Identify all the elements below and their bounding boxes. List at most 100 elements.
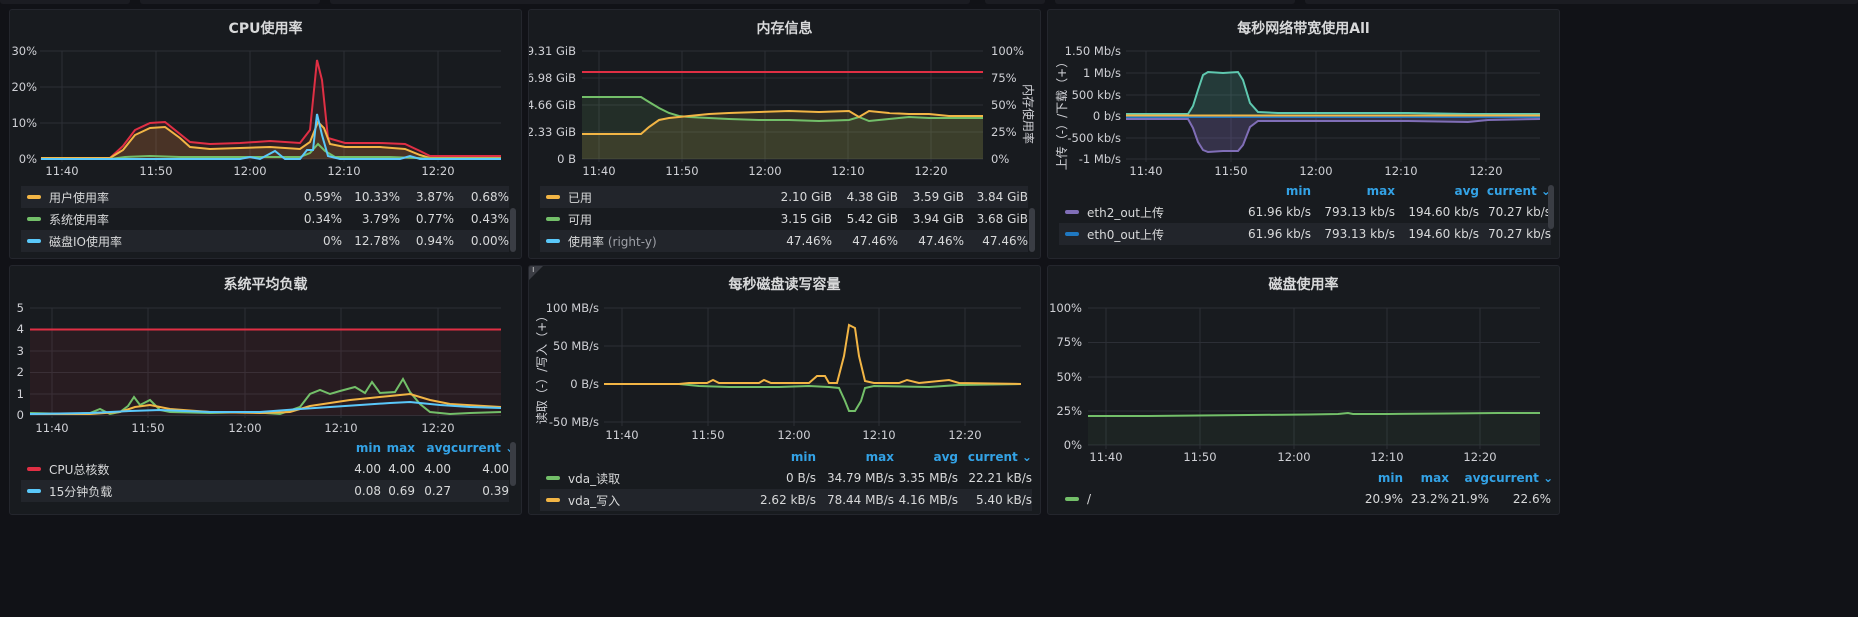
header-max[interactable]: max [1311,184,1395,198]
legend-row[interactable]: 系统使用率 0.34% 3.79% 0.77% 0.43% [21,208,509,230]
series-max: 793.13 kb/s [1324,205,1395,219]
series-name[interactable]: 15分钟负载 [49,483,341,500]
series-min: 20.9% [1364,492,1403,506]
series-name[interactable]: 用户使用率 [49,189,272,206]
legend-row[interactable]: / 20.9% 23.2% 21.9% 22.6% [1059,488,1551,510]
header-avg[interactable]: avg [415,441,451,455]
series-avg: 194.60 kb/s [1408,227,1479,241]
legend-scrollbar[interactable] [1029,208,1035,252]
series-swatch [546,476,560,480]
series-avg: 3.35 MB/s [898,471,958,485]
legend-row[interactable]: vda_写入 2.62 kB/s 78.44 MB/s 4.16 MB/s 5.… [540,489,1032,511]
x-tick: 12:20 [421,421,454,435]
header-current[interactable]: current ⌄ [451,441,515,455]
header-current[interactable]: current ⌄ [958,450,1032,464]
series-swatch [546,498,560,502]
series-name[interactable]: vda_读取 [568,470,758,487]
legend-row[interactable]: eth2_out上传 61.96 kb/s 793.13 kb/s 194.60… [1059,201,1551,223]
series-swatch [27,467,41,471]
cpu-usage-panel[interactable]: CPU使用率 30% 20% 10% 0% 11:40 11:50 12:00 … [9,9,522,259]
legend-row[interactable]: 可用 3.15 GiB 5.42 GiB 3.94 GiB 3.68 GiB [540,208,1028,230]
legend-row[interactable]: 15分钟负载 0.08 0.69 0.27 0.39 [21,480,509,502]
series-min: 47.46% [786,234,832,248]
y-tick: 4 [17,322,24,336]
series-current: 4.00 [482,462,509,476]
series-avg: 3.59 GiB [912,190,964,204]
legend-scrollbar[interactable] [1548,185,1554,229]
series-name[interactable]: 系统使用率 [49,211,272,228]
panel-edge [985,0,1045,4]
series-min: 3.15 GiB [780,212,832,226]
y-tick: 3 [17,344,24,358]
cpu-legend: 用户使用率 0.59% 10.33% 3.87% 0.68% 系统使用率 0.3… [21,186,509,252]
header-max[interactable]: max [816,450,894,464]
header-max[interactable]: max [1403,471,1449,485]
y-tick: 1 [17,387,24,401]
y-tick: 100 MB/s [546,301,599,315]
legend-header: . min max avg current ⌄ [21,438,515,458]
series-name[interactable]: 已用 [568,189,762,206]
load-average-panel[interactable]: 系统平均负载 5 4 3 2 1 0 11:40 11:50 12:00 12:… [9,265,522,515]
legend-scrollbar[interactable] [510,208,516,252]
header-avg[interactable]: avg [1449,471,1489,485]
y-tick: -1 Mb/s [1079,152,1121,166]
series-name[interactable]: eth2_out上传 [1087,204,1241,221]
x-tick: 11:50 [131,421,164,435]
axis-hint: (right-y) [607,234,657,249]
x-tick: 12:20 [948,428,981,442]
series-current: 70.27 kb/s [1487,205,1551,219]
legend-scrollbar[interactable] [510,442,516,486]
series-min: 61.96 kb/s [1247,227,1311,241]
series-avg: 47.46% [918,234,964,248]
header-avg[interactable]: avg [894,450,958,464]
legend-row[interactable]: 用户使用率 0.59% 10.33% 3.87% 0.68% [21,186,509,208]
series-max: 4.38 GiB [846,190,898,204]
header-min[interactable]: min [341,441,381,455]
y-tick: 0 [17,408,24,422]
header-current[interactable]: current ⌄ [1479,184,1551,198]
series-name[interactable]: eth0_out上传 [1087,226,1241,243]
legend-row[interactable]: 已用 2.10 GiB 4.38 GiB 3.59 GiB 3.84 GiB [540,186,1028,208]
series-name[interactable]: 可用 [568,211,762,228]
network-panel[interactable]: 每秒网络带宽使用All 1.50 Mb/s 1 Mb/s 500 kb/s 0 … [1047,9,1560,259]
series-name[interactable]: vda_写入 [568,492,758,509]
legend-row[interactable]: vda_读取 0 B/s 34.79 MB/s 3.35 MB/s 22.21 … [540,467,1032,489]
series-avg: 0.77% [415,212,454,226]
series-swatch [27,489,41,493]
header-min[interactable]: min [1241,184,1311,198]
header-min[interactable]: min [776,450,816,464]
x-tick: 12:10 [324,421,357,435]
y-tick: 0% [19,152,37,166]
series-min: 0 B/s [786,471,816,485]
legend-row[interactable]: 磁盘IO使用率 0% 12.78% 0.94% 0.00% [21,230,509,252]
disk-io-panel[interactable]: i 每秒磁盘读写容量 100 MB/s 50 MB/s 0 B/s -50 MB… [528,265,1041,515]
header-min[interactable]: min [1363,471,1403,485]
series-name[interactable]: 磁盘IO使用率 [49,233,272,250]
series-name[interactable]: / [1087,492,1359,506]
series-avg: 4.16 MB/s [898,493,958,507]
y-tick: 0 B [557,152,576,166]
y-tick: 75% [1056,335,1082,349]
x-tick: 12:10 [1370,450,1403,464]
header-current[interactable]: current ⌄ [1489,471,1553,485]
series-max: 0.69 [388,484,415,498]
legend-row[interactable]: CPU总核数 4.00 4.00 4.00 4.00 [21,458,509,480]
series-swatch [27,195,41,199]
series-name[interactable]: 使用率 [568,235,604,249]
header-avg[interactable]: avg [1395,184,1479,198]
y2-axis-label: 内存使用率 [1021,84,1036,144]
legend-row[interactable]: eth0_out上传 61.96 kb/s 793.13 kb/s 194.60… [1059,223,1551,245]
y2-tick: 25% [991,125,1017,139]
series-avg: 0.27 [424,484,451,498]
memory-panel[interactable]: 内存信息 9.31 GiB 6.98 GiB 4.66 GiB 2.33 GiB… [528,9,1041,259]
series-avg: 194.60 kb/s [1408,205,1479,219]
legend-row[interactable]: 使用率 (right-y) 47.46% 47.46% 47.46% 47.46… [540,230,1028,252]
x-tick: 11:50 [691,428,724,442]
disk-usage-panel[interactable]: 磁盘使用率 100% 75% 50% 25% 0% 11:40 11:50 12… [1047,265,1560,515]
series-name[interactable]: CPU总核数 [49,461,341,478]
header-max[interactable]: max [381,441,415,455]
series-swatch [1065,497,1079,501]
series-swatch [27,239,41,243]
y-tick: -50 MB/s [549,415,599,429]
x-tick: 12:00 [748,164,781,178]
